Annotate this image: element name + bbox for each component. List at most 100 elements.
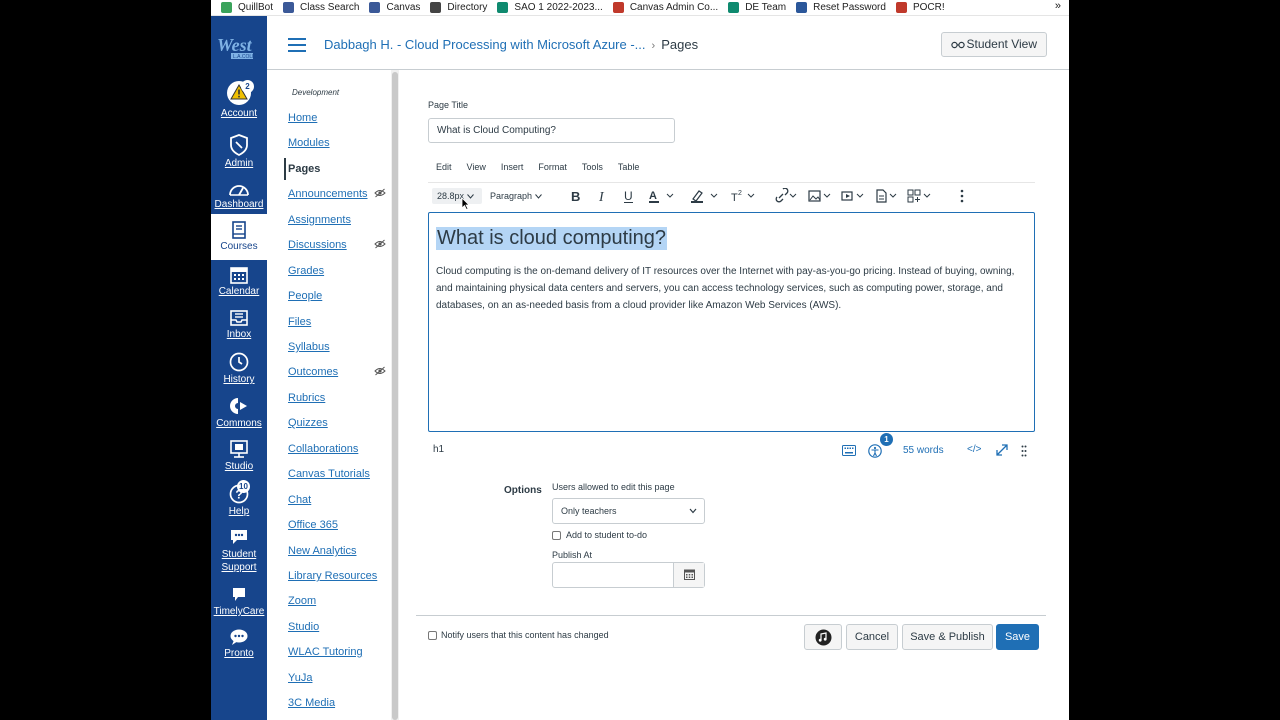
global-nav-account[interactable]: 2 Account (211, 80, 267, 119)
word-favicon-icon (796, 2, 808, 13)
html-editor-toggle[interactable]: </> (967, 444, 981, 455)
content-heading[interactable]: What is cloud computing? (436, 227, 668, 250)
bookmark-reset-password[interactable]: Reset Password (796, 2, 886, 13)
course-nav-zoom[interactable]: Zoom (288, 595, 316, 607)
course-nav-wlac-tutoring[interactable]: WLAC Tutoring (288, 646, 363, 658)
menu-tools[interactable]: Tools (582, 162, 603, 172)
global-nav-dashboard[interactable]: Dashboard (211, 181, 267, 210)
course-nav-home[interactable]: Home (288, 112, 317, 124)
bookmark-canvas[interactable]: Canvas (369, 2, 420, 13)
bold-icon[interactable]: B (570, 188, 582, 204)
page-title-input[interactable]: What is Cloud Computing? (428, 118, 675, 143)
pocr-favicon-icon (895, 2, 907, 13)
menu-format[interactable]: Format (538, 162, 567, 172)
underline-icon[interactable]: U (623, 188, 635, 204)
course-nav-library-resources[interactable]: Library Resources (288, 570, 377, 582)
bookmark-de-team[interactable]: DE Team (728, 2, 786, 13)
text-color-icon[interactable]: A (649, 188, 677, 204)
course-nav-discussions[interactable]: Discussions (288, 239, 347, 251)
media-icon[interactable] (841, 188, 867, 204)
bookmarks-overflow-button[interactable]: » (1055, 0, 1061, 12)
course-nav-rubrics[interactable]: Rubrics (288, 392, 325, 404)
course-nav-office-365[interactable]: Office 365 (288, 519, 338, 531)
notify-users-checkbox[interactable] (428, 631, 437, 640)
global-nav-admin[interactable]: Admin (211, 134, 267, 169)
global-nav-courses[interactable]: Courses (211, 214, 267, 260)
browser-viewport: QuillBot Class Search Canvas Directory S… (211, 0, 1069, 720)
edit-permissions-select[interactable]: Only teachers (552, 498, 705, 524)
course-nav-files[interactable]: Files (288, 316, 311, 328)
course-menu-toggle-button[interactable] (288, 38, 306, 52)
course-nav-modules[interactable]: Modules (288, 137, 330, 149)
bookmark-class-search[interactable]: Class Search (283, 2, 359, 13)
course-nav-3c-media[interactable]: 3C Media (288, 697, 335, 709)
student-view-button[interactable]: Student View (940, 32, 1047, 57)
global-nav-label: Commons (216, 418, 262, 429)
menu-view[interactable]: View (467, 162, 486, 172)
bookmark-sao[interactable]: SAO 1 2022-2023... (497, 2, 603, 13)
course-nav-pages[interactable]: Pages (288, 163, 320, 175)
course-nav-syllabus[interactable]: Syllabus (288, 341, 330, 353)
menu-table[interactable]: Table (618, 162, 640, 172)
highlight-color-icon[interactable] (691, 188, 721, 204)
document-icon[interactable] (875, 188, 901, 204)
course-nav-people[interactable]: People (288, 290, 322, 302)
global-nav-calendar[interactable]: Calendar (211, 266, 267, 297)
global-nav-inbox[interactable]: Inbox (211, 309, 267, 340)
apps-icon[interactable] (907, 188, 935, 204)
italic-icon[interactable]: I (597, 188, 609, 204)
word-count[interactable]: 55 words (903, 445, 944, 456)
save-and-publish-button[interactable]: Save & Publish (902, 624, 993, 650)
bookmark-canvas-admin[interactable]: Canvas Admin Co... (612, 2, 718, 13)
bookmark-directory[interactable]: Directory (430, 2, 487, 13)
cancel-button[interactable]: Cancel (846, 624, 898, 650)
link-icon[interactable] (775, 188, 801, 204)
course-nav-new-analytics[interactable]: New Analytics (288, 545, 356, 557)
course-nav-chat[interactable]: Chat (288, 494, 311, 506)
svg-text:L.A.COLLEGE: L.A.COLLEGE (233, 54, 265, 60)
image-icon[interactable] (808, 188, 834, 204)
course-nav-yuja[interactable]: YuJa (288, 672, 312, 684)
global-nav-commons[interactable]: Commons (211, 396, 267, 429)
global-nav-pronto[interactable]: Pronto (211, 628, 267, 659)
global-nav-student-support[interactable]: Student Support (211, 528, 267, 574)
menu-edit[interactable]: Edit (436, 162, 452, 172)
bookmark-quillbot[interactable]: QuillBot (221, 2, 273, 13)
global-nav-timelycare[interactable]: TimelyCare (211, 586, 267, 617)
date-picker-button[interactable] (673, 563, 704, 587)
superscript-icon[interactable]: T2 (731, 188, 761, 204)
keyboard-icon[interactable] (842, 445, 856, 456)
help-badge: 10 (237, 480, 250, 493)
course-nav-outcomes[interactable]: Outcomes (288, 366, 338, 378)
course-nav-grades[interactable]: Grades (288, 265, 324, 277)
course-nav-collaborations[interactable]: Collaborations (288, 443, 358, 455)
global-nav-history[interactable]: History (211, 352, 267, 385)
publish-at-input[interactable] (552, 562, 705, 588)
svg-text:U: U (624, 189, 633, 203)
bookmark-pocr[interactable]: POCR! (895, 2, 945, 13)
scrollbar-thumb[interactable] (392, 72, 398, 720)
fullscreen-icon[interactable] (995, 443, 1009, 457)
rich-content-editor[interactable]: What is cloud computing? Cloud computing… (428, 212, 1035, 432)
global-nav-help[interactable]: ? 10 Help (211, 480, 267, 517)
resize-handle-icon[interactable] (1021, 445, 1027, 457)
menu-insert[interactable]: Insert (501, 162, 524, 172)
course-nav-quizzes[interactable]: Quizzes (288, 417, 328, 429)
lti-tool-button[interactable] (804, 624, 842, 650)
block-format-dropdown[interactable]: Paragraph (490, 188, 542, 204)
course-nav-announcements[interactable]: Announcements (288, 188, 368, 200)
breadcrumb-course-link[interactable]: Dabbagh H. - Cloud Processing with Micro… (324, 37, 646, 52)
course-nav-assignments[interactable]: Assignments (288, 214, 351, 226)
accessibility-checker-icon[interactable] (868, 444, 882, 458)
course-nav-studio[interactable]: Studio (288, 621, 319, 633)
content-paragraph[interactable]: Cloud computing is the on-demand deliver… (436, 263, 1028, 314)
font-size-dropdown[interactable]: 28.8px (432, 188, 482, 204)
course-nav-scrollbar[interactable] (391, 70, 399, 720)
course-nav-canvas-tutorials[interactable]: Canvas Tutorials (288, 468, 370, 480)
more-options-icon[interactable] (958, 188, 966, 204)
student-todo-checkbox[interactable] (552, 531, 561, 540)
west-la-college-logo[interactable]: West L.A.COLLEGE (213, 32, 265, 62)
global-nav-studio[interactable]: Studio (211, 439, 267, 472)
globe-favicon-icon (430, 2, 442, 13)
save-button[interactable]: Save (996, 624, 1039, 650)
